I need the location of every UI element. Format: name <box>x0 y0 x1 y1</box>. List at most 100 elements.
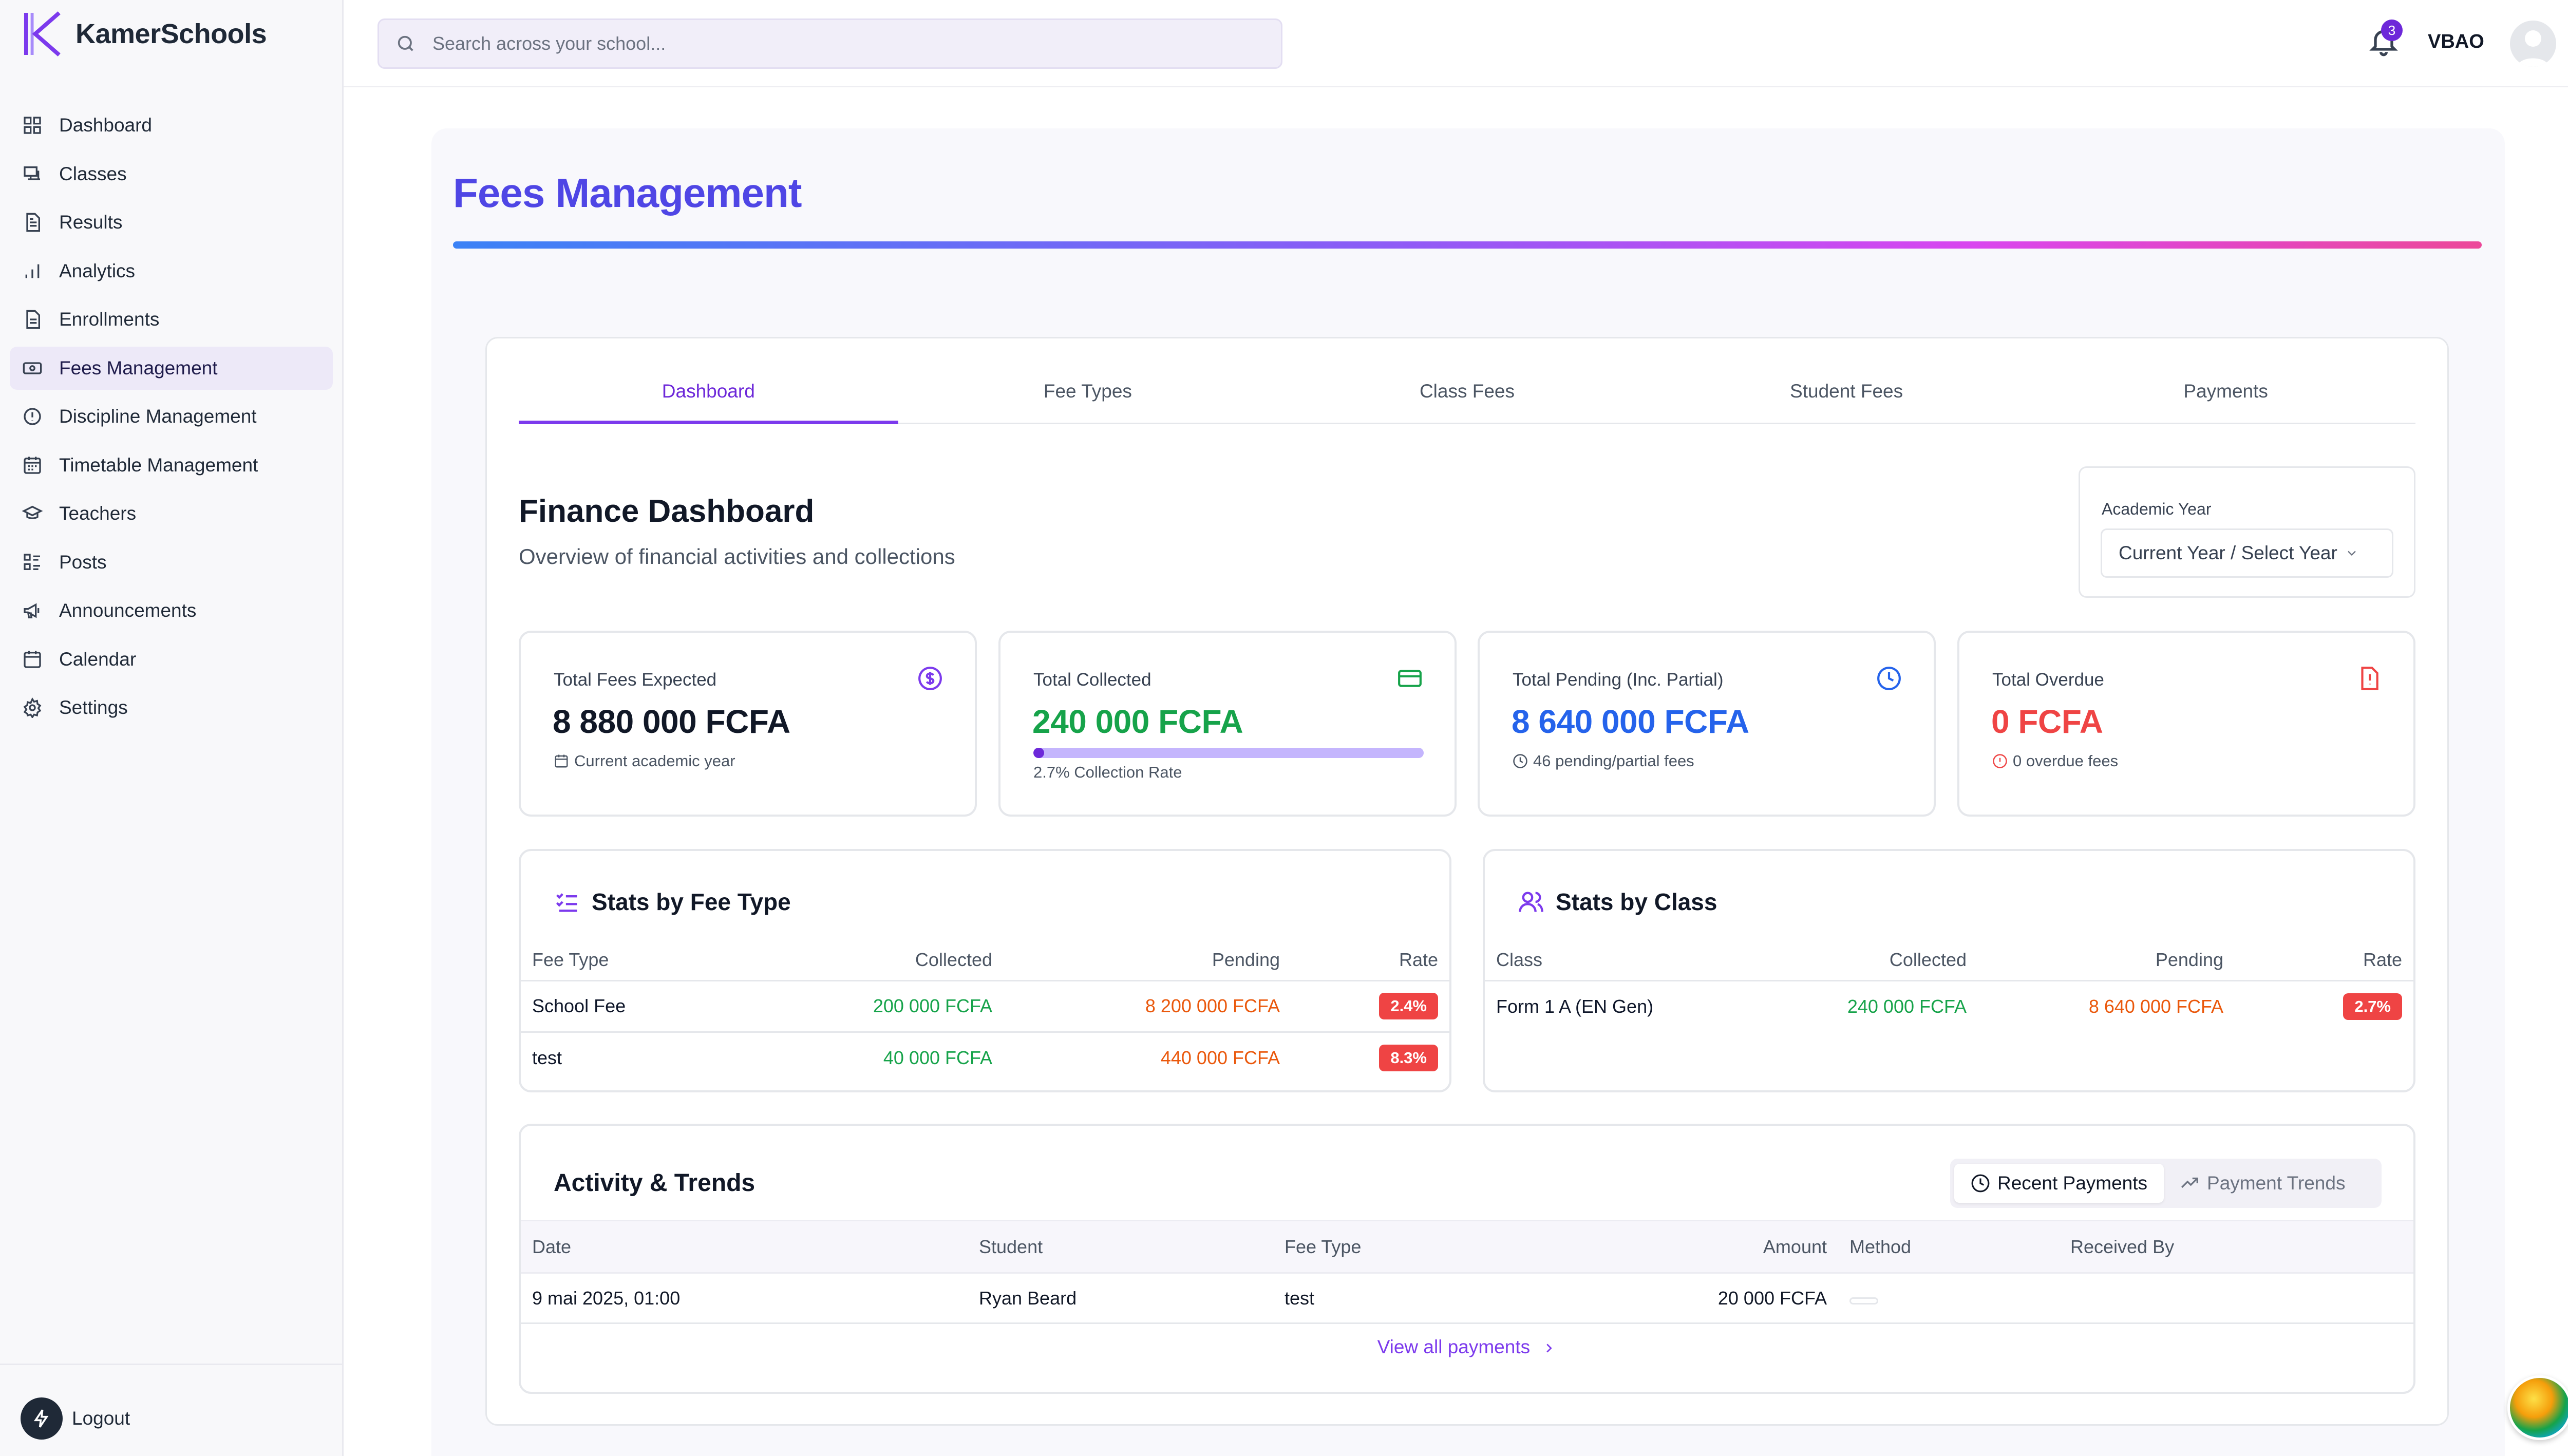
tab-fee-types[interactable]: Fee Types <box>898 360 1278 423</box>
announcements-icon <box>22 600 43 621</box>
stats-by-fee-type-card: Stats by Fee Type Fee Type Collected Pen… <box>519 849 1451 1092</box>
user-avatar[interactable] <box>2510 21 2556 67</box>
logout-bolt-icon <box>21 1397 63 1440</box>
analytics-icon <box>22 261 43 281</box>
stat-value: 8 880 000 FCFA <box>553 703 790 740</box>
column-header: Rate <box>2235 940 2413 981</box>
rate-cell: 2.7% <box>2235 980 2413 1032</box>
method-badge <box>1849 1297 1878 1304</box>
list-check-icon <box>556 893 577 912</box>
activity-view-toggle: Recent Payments Payment Trends <box>1950 1159 2382 1208</box>
column-header: Student <box>968 1220 1273 1274</box>
column-header: Collected <box>788 940 1004 981</box>
table-row: 9 mai 2025, 01:00 Ryan Beard test 20 000… <box>521 1273 2413 1324</box>
sidebar-item-label: Calendar <box>59 648 137 670</box>
fee-type-name: School Fee <box>521 980 788 1033</box>
column-header: Rate <box>1291 940 1449 981</box>
card-header: Stats by Class <box>1518 888 1717 916</box>
card-title: Stats by Fee Type <box>592 888 791 915</box>
sidebar-item-dashboard[interactable]: Dashboard <box>10 104 333 147</box>
teachers-icon <box>22 503 43 524</box>
calendar-icon <box>22 649 43 670</box>
sidebar-item-label: Dashboard <box>59 115 153 136</box>
finance-dashboard-subtitle: Overview of financial activities and col… <box>519 544 955 569</box>
avatar-placeholder-icon <box>2517 30 2549 67</box>
sidebar-item-label: Timetable Management <box>59 454 258 476</box>
payment-trends-toggle[interactable]: Payment Trends <box>2164 1164 2362 1203</box>
search-input[interactable] <box>432 33 1203 54</box>
stat-label: Total Fees Expected <box>554 670 717 690</box>
stat-value: 0 FCFA <box>1991 703 2103 740</box>
sidebar-item-label: Results <box>59 212 123 233</box>
credit-card-icon <box>1398 670 1422 687</box>
class-name: Form 1 A (EN Gen) <box>1496 995 1654 1017</box>
collected-amount: 240 000 FCFA <box>1847 995 1967 1017</box>
tab-payments[interactable]: Payments <box>2036 360 2415 423</box>
academic-year-filter: Academic Year Current Year / Select Year <box>2079 466 2415 598</box>
sidebar-item-label: Teachers <box>59 503 137 524</box>
table-row: School Fee 200 000 FCFA 8 200 000 FCFA 2… <box>521 980 1449 1033</box>
sidebar-item-teachers[interactable]: Teachers <box>10 492 333 535</box>
classes-icon <box>22 164 43 184</box>
sidebar-item-results[interactable]: Results <box>10 201 333 244</box>
card-title: Activity & Trends <box>554 1169 756 1197</box>
recent-payments-table: Date Student Fee Type Amount Method Rece… <box>521 1220 2413 1324</box>
kamerschools-logo-icon <box>24 11 61 56</box>
app-name: KamerSchools <box>75 18 267 49</box>
trending-up-icon <box>2181 1177 2198 1188</box>
username[interactable]: VBAO <box>2428 31 2484 53</box>
recent-payments-toggle[interactable]: Recent Payments <box>1954 1164 2164 1203</box>
search-bar[interactable] <box>377 18 1282 69</box>
stat-card-total-overdue: Total Overdue 0 FCFA 0 overdue fees <box>1957 631 2415 817</box>
academic-year-value: Current Year / Select Year <box>2119 542 2337 563</box>
column-header: Collected <box>1772 940 1978 981</box>
logout-button[interactable]: Logout <box>21 1397 130 1440</box>
tab-dashboard[interactable]: Dashboard <box>519 360 898 424</box>
clock-icon <box>1513 754 1527 768</box>
sidebar: KamerSchools Dashboard Classes Results A… <box>0 0 344 1456</box>
fee-type-stats-table: Fee Type Collected Pending Rate School F… <box>521 940 1449 1083</box>
stat-label: Total Pending (Inc. Partial) <box>1513 670 1724 690</box>
toggle-label: Recent Payments <box>1997 1173 2148 1194</box>
sidebar-item-settings[interactable]: Settings <box>10 686 333 729</box>
column-header: Fee Type <box>521 940 788 981</box>
sidebar-item-enrollments[interactable]: Enrollments <box>10 298 333 341</box>
sidebar-item-label: Classes <box>59 163 127 184</box>
search-icon <box>398 35 413 51</box>
finance-dashboard-title: Finance Dashboard <box>519 494 815 529</box>
alert-file-icon <box>2361 667 2378 690</box>
view-all-payments-link[interactable]: View all payments <box>521 1336 2413 1358</box>
collected-amount: 200 000 FCFA <box>788 980 1004 1033</box>
collection-rate-progress-fill <box>1033 748 1044 758</box>
sidebar-item-announcements[interactable]: Announcements <box>10 589 333 632</box>
stat-value: 240 000 FCFA <box>1032 703 1243 740</box>
sidebar-item-label: Enrollments <box>59 309 160 330</box>
payment-fee-type: test <box>1273 1273 1556 1324</box>
table-row: test 40 000 FCFA 440 000 FCFA 8.3% <box>521 1032 1449 1083</box>
stat-label: Total Collected <box>1033 670 1151 690</box>
assistant-launcher-button[interactable] <box>2507 1375 2568 1440</box>
tab-student-fees[interactable]: Student Fees <box>1657 360 2036 423</box>
sidebar-item-classes[interactable]: Classes <box>10 153 333 196</box>
sidebar-item-calendar[interactable]: Calendar <box>10 638 333 681</box>
class-stats-table: Class Collected Pending Rate Form 1 A (E… <box>1485 940 2413 1032</box>
sidebar-item-analytics[interactable]: Analytics <box>10 250 333 293</box>
sidebar-item-fees-management[interactable]: Fees Management <box>10 346 333 390</box>
tab-class-fees[interactable]: Class Fees <box>1277 360 1657 423</box>
sidebar-item-timetable-management[interactable]: Timetable Management <box>10 444 333 487</box>
rate-cell: 2.4% <box>1291 980 1449 1033</box>
payment-amount: 20 000 FCFA <box>1556 1273 1838 1324</box>
toggle-label: Payment Trends <box>2207 1173 2346 1194</box>
sidebar-item-discipline-management[interactable]: Discipline Management <box>10 395 333 438</box>
view-all-label: View all payments <box>1377 1336 1531 1357</box>
rate-cell: 8.3% <box>1291 1032 1449 1083</box>
sidebar-item-posts[interactable]: Posts <box>10 541 333 584</box>
brand[interactable]: KamerSchools <box>23 8 267 60</box>
academic-year-select[interactable]: Current Year / Select Year <box>2101 528 2393 578</box>
payment-student: Ryan Beard <box>968 1273 1273 1324</box>
sidebar-item-label: Discipline Management <box>59 406 257 427</box>
stat-value: 8 640 000 FCFA <box>1512 703 1749 740</box>
column-header: Date <box>521 1220 968 1274</box>
results-icon <box>22 212 43 233</box>
stat-card-total-collected: Total Collected 240 000 FCFA 2.7% Collec… <box>998 631 1457 817</box>
